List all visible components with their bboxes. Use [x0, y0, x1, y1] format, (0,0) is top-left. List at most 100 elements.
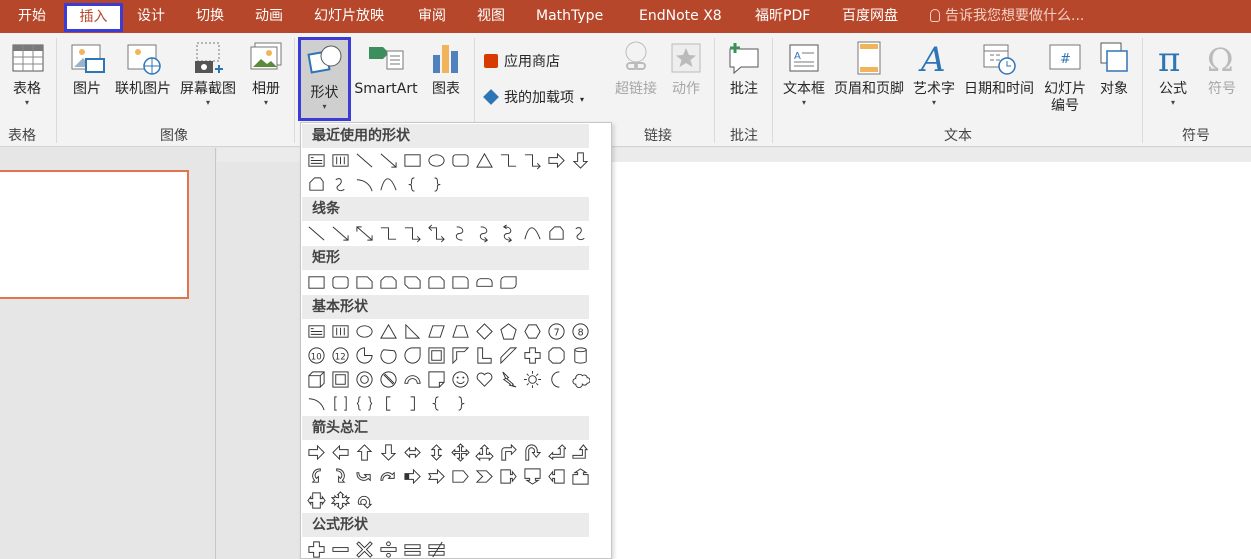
tab-review[interactable]: 审阅	[418, 0, 446, 33]
tab-baidu-netdisk[interactable]: 百度网盘	[842, 0, 898, 33]
quad-arrow-shape[interactable]	[448, 440, 472, 464]
down-arrow-shape[interactable]	[376, 440, 400, 464]
diamond-shape[interactable]	[472, 319, 496, 343]
arc-shape[interactable]	[304, 391, 328, 415]
pentagon-shape[interactable]	[496, 319, 520, 343]
lightning-bolt-shape[interactable]	[496, 367, 520, 391]
date-time-button[interactable]: 日期和时间	[960, 39, 1038, 98]
textbox-button[interactable]: A 文本框 ▾	[778, 39, 830, 108]
curve-shape[interactable]	[520, 221, 544, 245]
curved-right-arrow-shape[interactable]	[304, 464, 328, 488]
triangle-shape[interactable]	[376, 319, 400, 343]
comment-button[interactable]: 批注	[722, 39, 766, 98]
moon-shape[interactable]	[544, 367, 568, 391]
math-minus-shape[interactable]	[328, 537, 352, 558]
left-right-arrow-shape[interactable]	[400, 440, 424, 464]
plus-shape[interactable]	[520, 343, 544, 367]
slide-thumbnail-pane[interactable]	[0, 148, 216, 559]
triangle-shape[interactable]	[472, 148, 496, 172]
my-addins-button[interactable]: 我的加载项 ▾	[483, 87, 584, 107]
curved-arrow-connector-shape[interactable]	[472, 221, 496, 245]
elbow-double-arrow-connector-shape[interactable]	[424, 221, 448, 245]
online-picture-button[interactable]: 联机图片	[112, 39, 174, 98]
snip-single-corner-rectangle-shape[interactable]	[352, 270, 376, 294]
tab-animations[interactable]: 动画	[255, 0, 283, 33]
hexagon-shape[interactable]	[520, 319, 544, 343]
smartart-button[interactable]: SmartArt	[352, 39, 420, 98]
math-divide-shape[interactable]	[376, 537, 400, 558]
oval-shape[interactable]	[352, 319, 376, 343]
double-bracket-shape[interactable]	[328, 391, 352, 415]
elbow-connector-shape[interactable]	[376, 221, 400, 245]
plaque-shape[interactable]	[544, 343, 568, 367]
up-arrow-callout-shape[interactable]	[568, 464, 592, 488]
rounded-rectangle-shape[interactable]	[328, 270, 352, 294]
curved-down-arrow-shape[interactable]	[376, 464, 400, 488]
curved-left-arrow-shape[interactable]	[328, 464, 352, 488]
tab-view[interactable]: 视图	[477, 0, 505, 33]
curved-connector-shape[interactable]	[448, 221, 472, 245]
tab-slideshow[interactable]: 幻灯片放映	[314, 0, 384, 33]
left-up-arrow-shape[interactable]	[544, 440, 568, 464]
cube-shape[interactable]	[304, 367, 328, 391]
scribble-shape[interactable]	[328, 172, 352, 196]
textbox-shape[interactable]	[304, 148, 328, 172]
elbow-arrow-connector-shape[interactable]	[520, 148, 544, 172]
line-shape[interactable]	[304, 221, 328, 245]
notched-right-arrow-shape[interactable]	[424, 464, 448, 488]
right-bracket-shape[interactable]	[400, 391, 424, 415]
store-button[interactable]: 应用商店	[484, 51, 560, 71]
down-arrow-shape[interactable]	[568, 148, 592, 172]
rectangle-shape[interactable]	[400, 148, 424, 172]
freeform-shape[interactable]	[544, 221, 568, 245]
left-bracket-shape[interactable]	[376, 391, 400, 415]
chevron-shape[interactable]	[472, 464, 496, 488]
action-button[interactable]: 动作	[664, 39, 708, 98]
shapes-button[interactable]: 形状 ▾	[298, 37, 351, 121]
right-brace-shape[interactable]	[448, 391, 472, 415]
double-brace-shape[interactable]	[352, 391, 376, 415]
tab-home[interactable]: 开始	[18, 0, 46, 33]
u-turn-arrow-shape[interactable]	[520, 440, 544, 464]
tab-mathtype[interactable]: MathType	[536, 0, 603, 33]
symbol-button[interactable]: Ω 符号	[1200, 39, 1244, 98]
block-arc-shape[interactable]	[400, 367, 424, 391]
trapezoid-shape[interactable]	[448, 319, 472, 343]
dodecagon-shape[interactable]: 12	[328, 343, 352, 367]
slide-number-button[interactable]: # 幻灯片 编号	[1040, 39, 1090, 115]
arrow-line-shape[interactable]	[328, 221, 352, 245]
tab-insert[interactable]: 插入	[64, 3, 123, 32]
screenshot-button[interactable]: 屏幕截图 ▾	[176, 39, 240, 108]
diagonal-stripe-shape[interactable]	[496, 343, 520, 367]
quad-arrow-callout-shape[interactable]	[328, 488, 352, 512]
down-arrow-callout-shape[interactable]	[520, 464, 544, 488]
snip-round-rectangle-shape[interactable]	[424, 270, 448, 294]
double-arrow-line-shape[interactable]	[352, 221, 376, 245]
textbox-shape[interactable]	[304, 319, 328, 343]
cloud-shape[interactable]	[568, 367, 592, 391]
pentagon-arrow-shape[interactable]	[448, 464, 472, 488]
up-arrow-shape[interactable]	[352, 440, 376, 464]
tab-transitions[interactable]: 切换	[196, 0, 224, 33]
right-brace-shape[interactable]	[424, 172, 448, 196]
right-arrow-callout-shape[interactable]	[496, 464, 520, 488]
equation-button[interactable]: π 公式 ▾	[1150, 39, 1196, 108]
smiley-face-shape[interactable]	[448, 367, 472, 391]
freeform-shape[interactable]	[304, 172, 328, 196]
picture-button[interactable]: 图片	[64, 39, 110, 98]
left-arrow-callout-shape[interactable]	[544, 464, 568, 488]
pie-shape[interactable]	[352, 343, 376, 367]
slide-canvas[interactable]	[600, 162, 1251, 559]
elbow-arrow-connector-shape[interactable]	[400, 221, 424, 245]
arc-shape[interactable]	[352, 172, 376, 196]
teardrop-shape[interactable]	[400, 343, 424, 367]
hyperlink-button[interactable]: 超链接	[612, 39, 660, 98]
left-right-up-arrow-shape[interactable]	[472, 440, 496, 464]
striped-right-arrow-shape[interactable]	[400, 464, 424, 488]
tab-endnote[interactable]: EndNote X8	[639, 0, 722, 33]
circular-arrow-shape[interactable]	[352, 488, 376, 512]
chord-shape[interactable]	[376, 343, 400, 367]
donut-shape[interactable]	[352, 367, 376, 391]
left-right-arrow-callout-shape[interactable]	[304, 488, 328, 512]
no-symbol-shape[interactable]	[376, 367, 400, 391]
